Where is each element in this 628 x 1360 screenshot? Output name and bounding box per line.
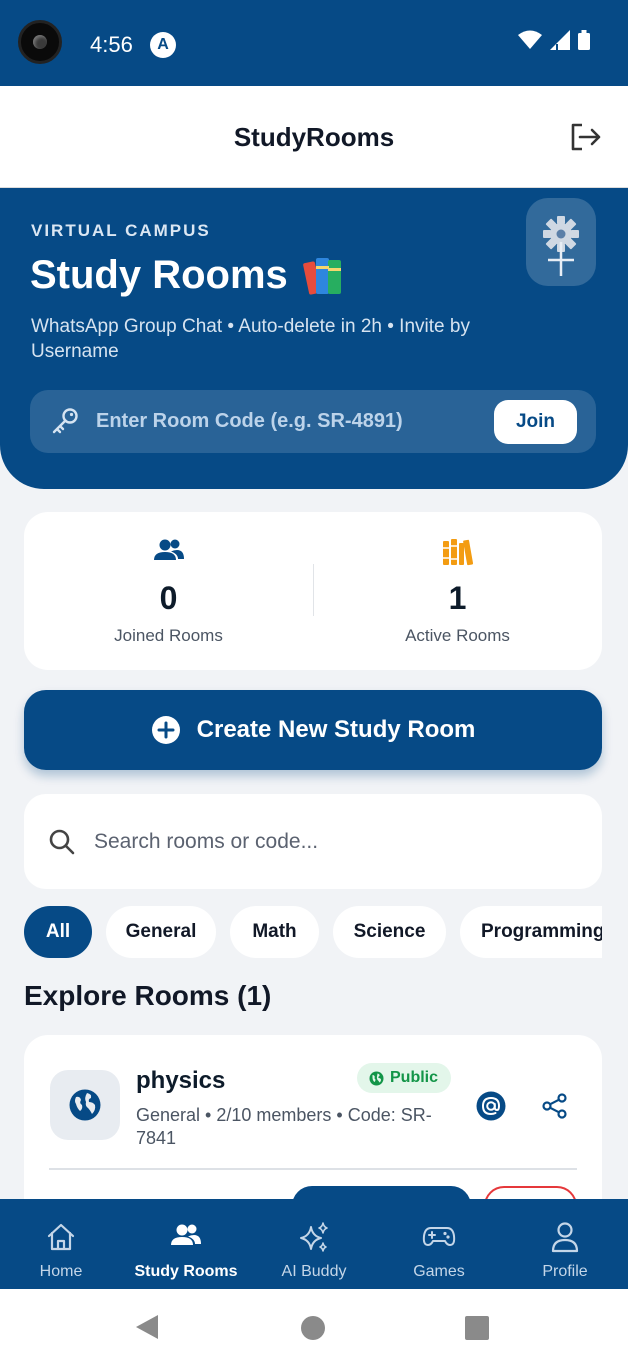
globe-small-icon xyxy=(369,1071,384,1085)
room-card-divider xyxy=(49,1168,577,1170)
filter-chips: All General Math Science Programming xyxy=(24,906,602,958)
stat-active-rooms: 1 Active Rooms xyxy=(313,512,602,670)
nav-study-rooms-label: Study Rooms xyxy=(134,1263,238,1280)
settings-button[interactable] xyxy=(526,198,596,286)
home-icon xyxy=(47,1223,75,1251)
plus-circle-icon xyxy=(151,716,180,744)
share-icon[interactable] xyxy=(541,1092,569,1120)
bottom-nav: Home Study Rooms AI Buddy Games Profile xyxy=(0,1199,628,1289)
people-icon xyxy=(153,539,184,560)
room-code-bar: Join xyxy=(30,390,596,453)
nav-study-rooms[interactable]: Study Rooms xyxy=(123,1199,249,1289)
nav-games[interactable]: Games xyxy=(376,1199,502,1289)
nav-ai-buddy-label: AI Buddy xyxy=(281,1263,347,1280)
front-camera xyxy=(18,20,62,64)
status-time: 4:56 xyxy=(90,32,133,57)
recents-icon[interactable] xyxy=(465,1316,489,1340)
app-bar: StudyRooms xyxy=(0,86,628,188)
nav-home[interactable]: Home xyxy=(0,1199,124,1289)
search-icon xyxy=(49,829,75,855)
books-emoji-icon xyxy=(302,258,341,295)
search-input[interactable] xyxy=(94,794,574,889)
logout-icon[interactable] xyxy=(568,120,602,154)
hero-title: Study Rooms xyxy=(30,252,288,297)
room-name: physics xyxy=(136,1067,226,1094)
hero-subtitle: WhatsApp Group Chat • Auto-delete in 2h … xyxy=(31,316,470,362)
room-code-input[interactable] xyxy=(96,390,486,453)
stat-joined-rooms: 0 Joined Rooms xyxy=(24,512,313,670)
joined-rooms-label: Joined Rooms xyxy=(114,626,223,645)
chip-all[interactable]: All xyxy=(24,906,92,958)
person-icon xyxy=(551,1222,579,1253)
active-rooms-label: Active Rooms xyxy=(405,626,510,645)
wifi-icon xyxy=(518,30,542,49)
people-icon xyxy=(171,1224,201,1245)
battery-icon xyxy=(578,30,590,50)
chip-programming[interactable]: Programming xyxy=(460,906,602,958)
system-nav-bar xyxy=(0,1289,628,1360)
stats-card: 0 Joined Rooms 1 Active Rooms xyxy=(24,512,602,670)
sparkles-icon xyxy=(300,1222,328,1252)
hero-banner: VIRTUAL CAMPUS Study Rooms WhatsApp Grou… xyxy=(0,188,628,489)
status-icons xyxy=(518,30,590,50)
chip-math[interactable]: Math xyxy=(230,906,319,958)
globe-icon xyxy=(69,1089,101,1121)
hero-title-row: Study Rooms xyxy=(30,252,348,298)
nav-profile[interactable]: Profile xyxy=(502,1199,628,1289)
mention-icon[interactable] xyxy=(476,1091,506,1121)
section-title: Explore Rooms (1) xyxy=(24,980,272,1011)
status-bar: 4:56 A xyxy=(0,0,628,86)
nav-profile-label: Profile xyxy=(542,1263,588,1280)
hero-eyebrow: VIRTUAL CAMPUS xyxy=(31,221,211,240)
create-room-label: Create New Study Room xyxy=(196,716,476,743)
app-title: StudyRooms xyxy=(233,122,395,152)
chip-science[interactable]: Science xyxy=(333,906,446,958)
nav-games-label: Games xyxy=(413,1263,465,1280)
back-icon[interactable] xyxy=(134,1314,160,1340)
notification-app-icon: A xyxy=(150,32,176,58)
cell-signal-icon xyxy=(550,30,570,50)
room-avatar xyxy=(50,1070,120,1140)
create-room-button[interactable]: Create New Study Room xyxy=(24,690,602,770)
nav-home-label: Home xyxy=(39,1263,83,1280)
nav-ai-buddy[interactable]: AI Buddy xyxy=(251,1199,377,1289)
chip-general[interactable]: General xyxy=(106,906,216,958)
room-meta: General • 2/10 members • Code: SR-7841 xyxy=(136,1105,432,1148)
gear-icon xyxy=(543,216,579,276)
public-badge-label: Public xyxy=(390,1069,439,1086)
join-button[interactable]: Join xyxy=(494,400,577,444)
active-rooms-count: 1 xyxy=(448,580,467,616)
books-icon xyxy=(442,539,473,566)
public-badge: Public xyxy=(357,1063,452,1093)
search-card xyxy=(24,794,602,889)
home-circle-icon[interactable] xyxy=(300,1315,326,1341)
joined-rooms-count: 0 xyxy=(159,580,178,616)
key-icon xyxy=(52,408,78,434)
gamepad-icon xyxy=(422,1227,456,1246)
